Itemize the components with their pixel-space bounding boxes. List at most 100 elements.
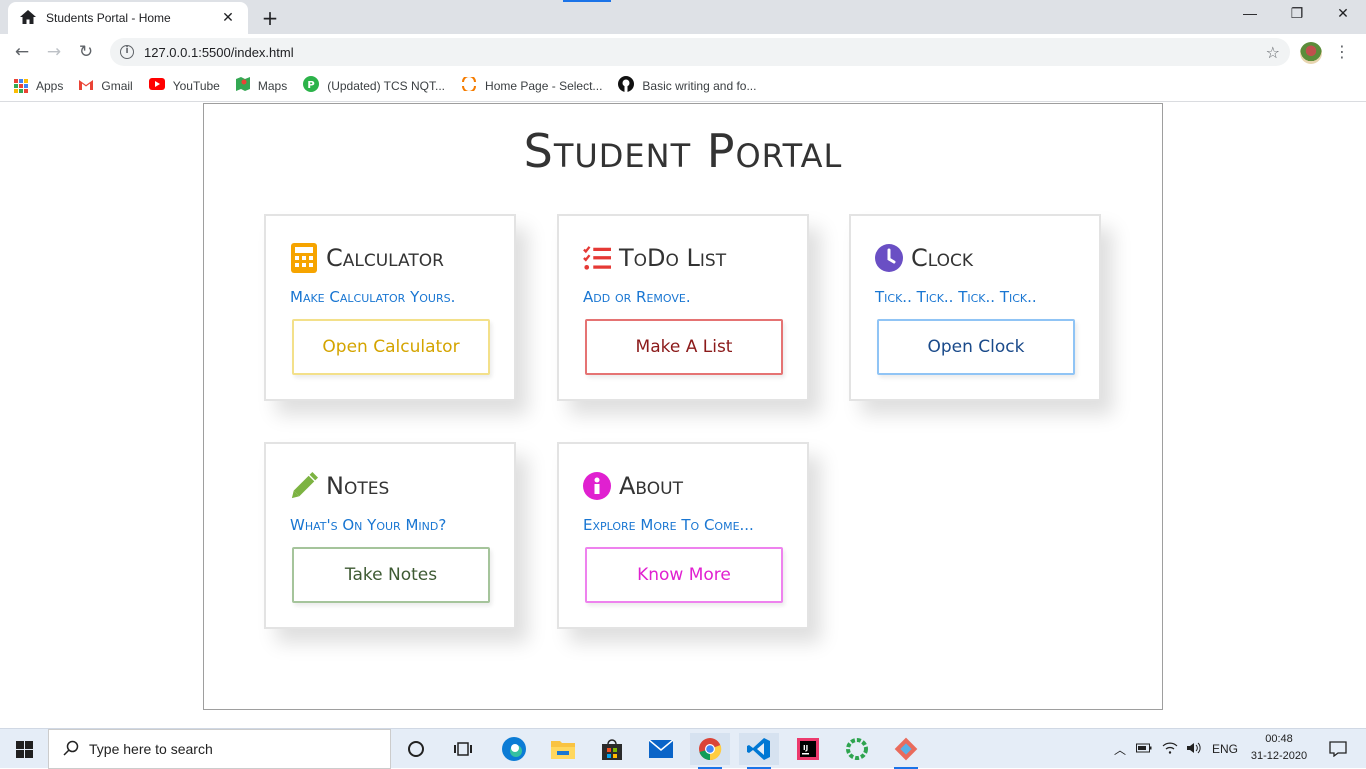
know-more-button[interactable]: Know More <box>585 547 783 603</box>
start-button[interactable] <box>0 729 48 769</box>
checklist-icon <box>583 244 611 272</box>
info-icon <box>583 472 611 500</box>
calculator-icon <box>290 243 318 273</box>
card-title: About <box>619 472 683 500</box>
bookmark-label: Gmail <box>101 78 133 93</box>
menu-dots-icon[interactable]: ⋮ <box>1334 42 1350 62</box>
battery-icon[interactable] <box>1136 742 1152 756</box>
clock-card: Clock Tick.. Tick.. Tick.. Tick.. Open C… <box>849 214 1101 401</box>
bookmark-label: Home Page - Select... <box>485 78 603 93</box>
card-subtitle: Add or Remove. <box>583 288 691 306</box>
address-bar[interactable]: i 127.0.0.1:5500/index.html ☆ <box>110 38 1290 66</box>
language-indicator[interactable]: ENG <box>1212 742 1238 756</box>
select-icon <box>461 75 477 94</box>
browser-chrome: Students Portal - Home ✕ + — ❐ ✕ ← → ↻ i… <box>0 0 1366 102</box>
notes-card: Notes What's On Your Mind? Take Notes <box>264 442 516 629</box>
url-text[interactable]: 127.0.0.1:5500/index.html <box>144 45 1266 60</box>
restore-icon[interactable]: ❐ <box>1285 5 1309 22</box>
tab-strip: Students Portal - Home ✕ + — ❐ ✕ <box>0 0 1366 34</box>
bookmark-label: Maps <box>257 78 288 93</box>
bookmark-tcs-nqt[interactable]: P (Updated) TCS NQT... <box>303 76 445 95</box>
gmail-icon <box>79 79 94 93</box>
git-app-icon[interactable] <box>886 733 926 769</box>
store-icon[interactable] <box>592 733 632 765</box>
bookmark-star-icon[interactable]: ☆ <box>1266 43 1280 62</box>
bookmark-home-page-select[interactable]: Home Page - Select... <box>461 75 603 94</box>
open-clock-button[interactable]: Open Clock <box>877 319 1075 375</box>
card-title: Calculator <box>326 244 444 272</box>
take-notes-button[interactable]: Take Notes <box>292 547 490 603</box>
about-card: About Explore More To Come... Know More <box>557 442 809 629</box>
bookmark-label: Basic writing and fo... <box>642 78 757 93</box>
forward-arrow-icon[interactable]: → <box>42 40 66 64</box>
svg-text:IJ: IJ <box>803 744 808 752</box>
bookmark-label: Apps <box>36 78 64 93</box>
svg-text:P: P <box>308 80 315 91</box>
reload-icon[interactable]: ↻ <box>74 40 98 64</box>
student-portal-container: Student Portal Calculator Make Calculato… <box>203 103 1163 710</box>
notifications-icon[interactable] <box>1318 733 1358 765</box>
volume-icon[interactable] <box>1186 742 1202 757</box>
minimize-icon[interactable]: — <box>1238 5 1262 21</box>
chevron-up-icon[interactable]: ︿ <box>1114 741 1126 758</box>
card-title: ToDo List <box>619 244 727 272</box>
browser-toolbar: ← → ↻ i 127.0.0.1:5500/index.html ☆ ⋮ <box>0 34 1366 70</box>
youtube-icon <box>148 78 165 93</box>
page-title: Student Portal <box>523 124 843 178</box>
vscode-icon[interactable] <box>739 733 779 769</box>
site-info-icon[interactable]: i <box>120 45 134 59</box>
calculator-card: Calculator Make Calculator Yours. Open C… <box>264 214 516 401</box>
windows-logo-icon <box>15 740 33 758</box>
cortana-icon[interactable] <box>396 733 436 765</box>
bookmarks-bar: Apps Gmail YouTube Maps P (Updated) TCS … <box>0 70 1366 102</box>
bookmark-label: YouTube <box>172 78 220 93</box>
tab-title: Students Portal - Home <box>46 11 171 25</box>
back-arrow-icon[interactable]: ← <box>10 40 34 64</box>
maps-icon <box>235 77 250 94</box>
clock-date: 31-12-2020 <box>1250 750 1308 762</box>
pencil-icon <box>290 472 318 500</box>
card-subtitle: Explore More To Come... <box>583 516 754 534</box>
taskbar-clock[interactable]: 00:48 31-12-2020 <box>1240 731 1318 765</box>
system-tray: ︿ ENG <box>1114 729 1238 769</box>
task-view-icon[interactable] <box>443 733 483 765</box>
windows-taskbar: Type here to search IJ ︿ ENG 00:48 31-12… <box>0 728 1366 769</box>
edge-icon[interactable] <box>494 733 534 765</box>
mail-icon[interactable] <box>641 733 681 765</box>
tab-students-portal[interactable]: Students Portal - Home ✕ <box>8 2 248 34</box>
app-ring-icon[interactable] <box>837 733 877 765</box>
apps-grid-icon <box>14 78 28 93</box>
clock-time: 00:48 <box>1265 733 1293 745</box>
home-icon <box>20 9 36 28</box>
prepinsta-icon: P <box>303 76 320 95</box>
search-icon <box>63 740 79 759</box>
card-title: Notes <box>326 472 390 500</box>
bookmark-youtube[interactable]: YouTube <box>148 78 220 93</box>
wifi-icon[interactable] <box>1162 742 1178 757</box>
search-placeholder: Type here to search <box>89 741 213 757</box>
bookmark-apps[interactable]: Apps <box>14 78 64 93</box>
bookmark-basic-writing[interactable]: Basic writing and fo... <box>618 76 756 95</box>
taskbar-search-box[interactable]: Type here to search <box>48 729 391 769</box>
open-calculator-button[interactable]: Open Calculator <box>292 319 490 375</box>
new-tab-icon[interactable]: + <box>258 6 282 30</box>
card-subtitle: Tick.. Tick.. Tick.. Tick.. <box>875 288 1037 306</box>
close-tab-icon[interactable]: ✕ <box>220 10 236 26</box>
card-title: Clock <box>911 244 974 272</box>
chrome-icon[interactable] <box>690 733 730 769</box>
bookmark-gmail[interactable]: Gmail <box>79 78 133 93</box>
bookmark-label: (Updated) TCS NQT... <box>327 78 446 93</box>
bookmark-maps[interactable]: Maps <box>235 77 288 94</box>
profile-avatar[interactable] <box>1300 42 1322 64</box>
intellij-icon[interactable]: IJ <box>788 733 828 765</box>
tab-indicator <box>563 0 611 2</box>
close-window-icon[interactable]: ✕ <box>1331 5 1355 22</box>
card-subtitle: Make Calculator Yours. <box>290 288 456 306</box>
make-a-list-button[interactable]: Make A List <box>585 319 783 375</box>
page-viewport: Student Portal Calculator Make Calculato… <box>0 102 1366 728</box>
card-subtitle: What's On Your Mind? <box>290 516 447 534</box>
github-icon <box>618 76 635 95</box>
todo-card: ToDo List Add or Remove. Make A List <box>557 214 809 401</box>
clock-icon <box>875 244 903 272</box>
file-explorer-icon[interactable] <box>543 733 583 765</box>
